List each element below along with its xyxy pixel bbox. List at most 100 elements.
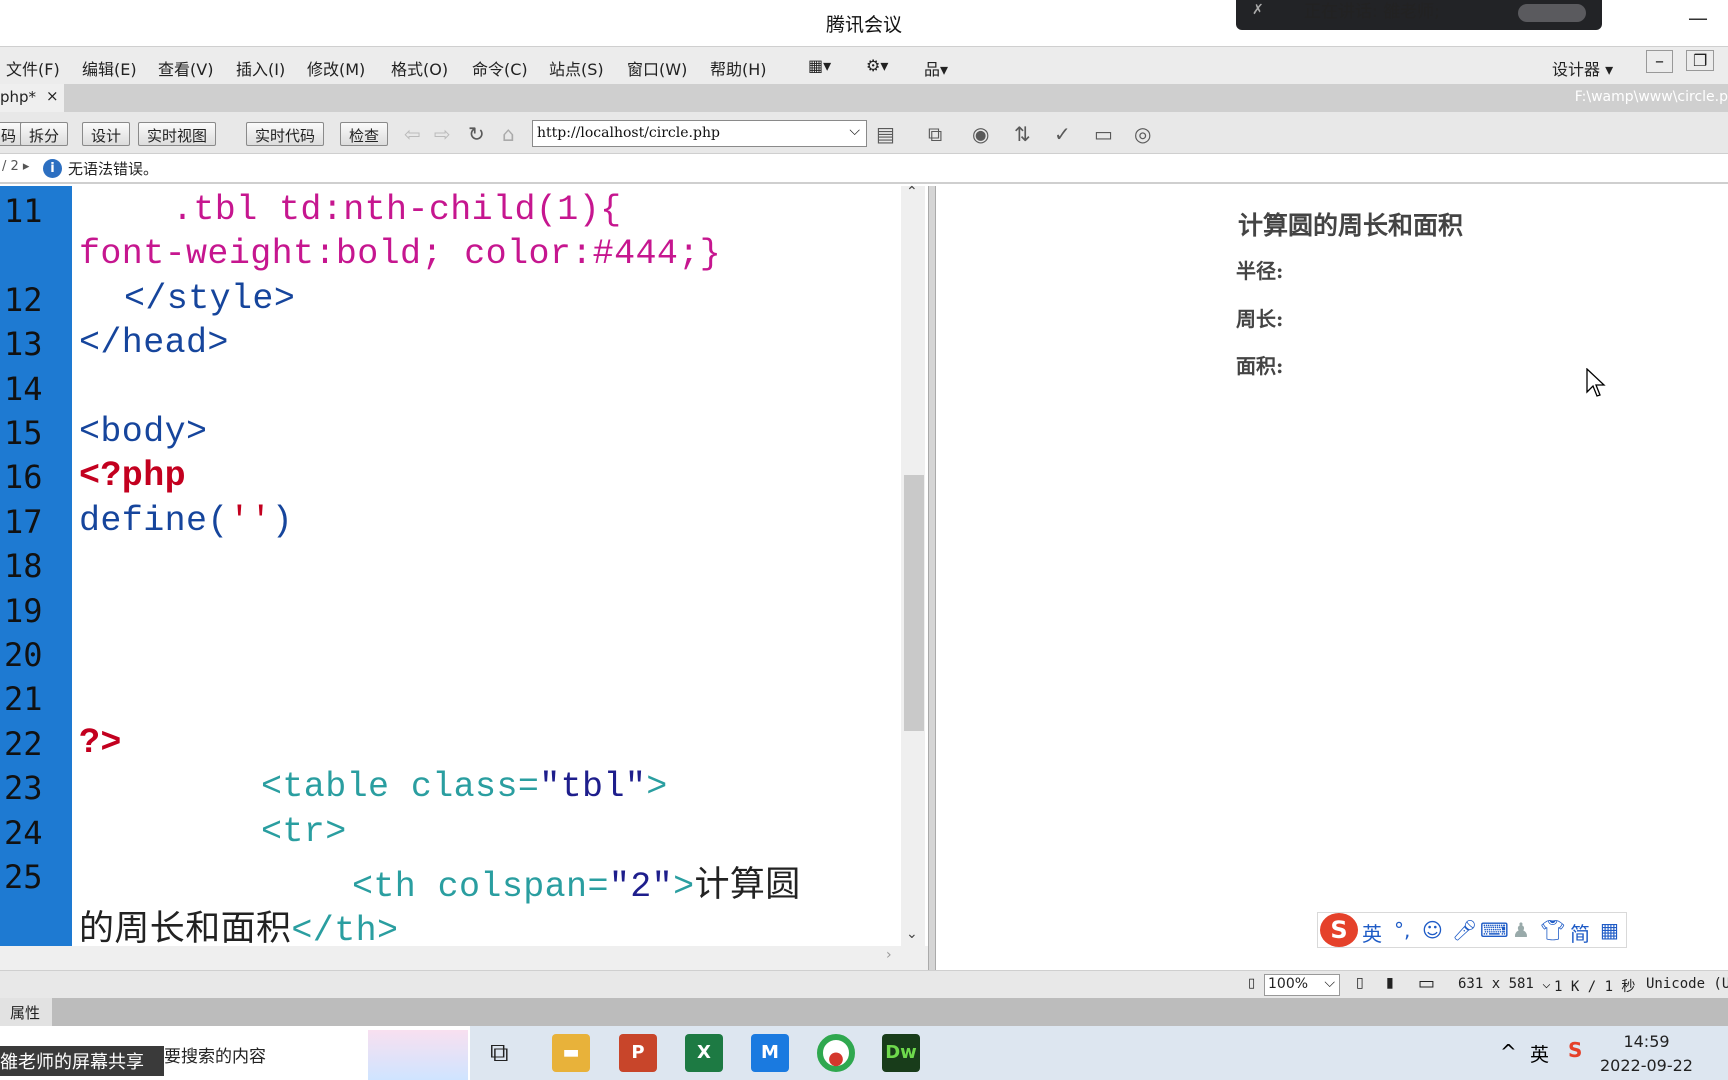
view-options-icon[interactable]: ▤ bbox=[876, 122, 895, 146]
workspace-switcher[interactable]: 设计器 ▾ bbox=[1552, 56, 1613, 80]
code-line-25-wrap: 的周长和面积</th> bbox=[79, 909, 399, 951]
skin-icon[interactable]: 👕︎ bbox=[1540, 918, 1565, 942]
split-divider[interactable] bbox=[928, 186, 936, 970]
sogou-logo-icon[interactable]: S bbox=[1320, 913, 1358, 947]
minimize-icon[interactable]: — bbox=[1688, 6, 1708, 30]
ime-toolbar[interactable]: S 英 °, ☺ 🎤︎ ⌨ ♟ 👕︎ 简 ▦ bbox=[1317, 912, 1627, 948]
line-number: 25 bbox=[4, 858, 43, 896]
ime-lang[interactable]: 英 bbox=[1362, 918, 1382, 947]
window-titlebar: 腾讯会议 ✗ 正在讲话: 雒老师; — bbox=[0, 0, 1728, 46]
menu-file[interactable]: 文件(F) bbox=[6, 56, 60, 80]
home-icon[interactable]: ⌂ bbox=[502, 122, 515, 146]
code-editor[interactable]: 11 12 13 14 15 16 17 18 19 20 21 22 23 2… bbox=[0, 186, 908, 951]
powerpoint-icon[interactable]: P bbox=[619, 1034, 657, 1072]
file-path: F:\wamp\www\circle.p bbox=[1574, 89, 1728, 105]
file-transfer-icon[interactable]: ⇅ bbox=[1014, 122, 1031, 146]
doc-restore-icon[interactable]: ❐ bbox=[1686, 50, 1715, 71]
design-view-button[interactable]: 设计 bbox=[82, 122, 131, 146]
forward-arrow-icon[interactable]: ⇨ bbox=[434, 122, 451, 146]
perimeter-label: 周长: bbox=[1236, 307, 1284, 331]
sogou-tray-icon[interactable]: S bbox=[1568, 1038, 1582, 1062]
live-code-button[interactable]: 实时代码 bbox=[246, 122, 325, 146]
taskbar-clock[interactable]: 14:59 2022-09-22 bbox=[1600, 1030, 1693, 1078]
code-line-24: <tr> bbox=[261, 812, 347, 852]
check-page-icon[interactable]: ✓ bbox=[1054, 122, 1071, 146]
split-view-button[interactable]: 拆分 bbox=[20, 122, 69, 146]
close-tab-icon[interactable]: × bbox=[46, 87, 59, 105]
chevron-down-icon[interactable]: ⌵ bbox=[849, 123, 860, 139]
inspect-button[interactable]: 检查 bbox=[340, 122, 389, 146]
refresh-icon[interactable]: ↻ bbox=[468, 122, 485, 146]
menu-modify[interactable]: 修改(M) bbox=[307, 56, 365, 80]
tencent-meeting-icon[interactable]: M bbox=[751, 1034, 789, 1072]
menu-help[interactable]: 帮助(H) bbox=[710, 56, 767, 80]
clock-date: 2022-09-22 bbox=[1600, 1056, 1693, 1075]
properties-label[interactable]: 属性 bbox=[0, 998, 52, 1026]
user-icon[interactable]: ♟ bbox=[1512, 918, 1530, 942]
doc-minimize-icon[interactable]: – bbox=[1646, 50, 1673, 73]
line-number: 17 bbox=[4, 503, 43, 541]
code-line-11-wrap: font-weight:bold; color:#444;} bbox=[79, 234, 722, 274]
speaker-avatar bbox=[1518, 4, 1586, 22]
code-line-12: </style> bbox=[124, 279, 296, 319]
visual-aids-icon[interactable]: ▭ bbox=[1094, 122, 1113, 146]
tablet-size-icon[interactable]: ▮ bbox=[1386, 975, 1394, 991]
task-view-icon[interactable]: ⧉ bbox=[490, 1038, 509, 1069]
dreamweaver-icon[interactable]: Dw bbox=[882, 1034, 920, 1072]
back-arrow-icon[interactable]: ⇦ bbox=[404, 122, 421, 146]
syntax-status-bar: / 2 ▸ i 无语法错误。 bbox=[0, 154, 1728, 184]
select-tool-icon[interactable]: ▯ bbox=[1248, 976, 1255, 991]
menu-view[interactable]: 查看(V) bbox=[158, 56, 213, 80]
desktop-size-icon[interactable]: ▭ bbox=[1418, 973, 1435, 994]
zoom-select[interactable]: 100% ⌵ bbox=[1264, 974, 1340, 996]
microphone-icon[interactable]: 🎤︎ bbox=[1452, 918, 1477, 942]
line-nav: / 2 ▸ bbox=[2, 159, 30, 174]
tray-chevron-icon[interactable]: ^ bbox=[1500, 1040, 1517, 1064]
layout-icon[interactable]: ▦▾ bbox=[808, 56, 831, 75]
info-icon: i bbox=[43, 159, 62, 178]
ime-menu-icon[interactable]: ▦ bbox=[1600, 918, 1619, 942]
scroll-down-icon[interactable]: ⌄ bbox=[906, 926, 918, 942]
sitemap-icon[interactable]: 品▾ bbox=[924, 56, 948, 80]
menu-insert[interactable]: 插入(I) bbox=[236, 56, 285, 80]
scroll-thumb[interactable] bbox=[904, 475, 924, 731]
menu-command[interactable]: 命令(C) bbox=[472, 56, 528, 80]
line-number: 11 bbox=[4, 192, 43, 230]
mobile-size-icon[interactable]: ▯ bbox=[1356, 975, 1364, 991]
search-highlight-image bbox=[368, 1030, 468, 1080]
browser-preview-icon[interactable]: ◉ bbox=[972, 122, 989, 146]
tray-lang[interactable]: 英 bbox=[1530, 1040, 1549, 1067]
area-label: 面积: bbox=[1236, 354, 1284, 378]
menu-edit[interactable]: 编辑(E) bbox=[82, 56, 137, 80]
code-line-25: <th colspan="2">计算圆 bbox=[352, 865, 801, 907]
menu-format[interactable]: 格式(O) bbox=[391, 56, 448, 80]
url-input[interactable]: http://localhost/circle.php ⌵ bbox=[532, 120, 867, 147]
live-view-button[interactable]: 实时视图 bbox=[138, 122, 217, 146]
scroll-right-icon[interactable]: › bbox=[886, 947, 892, 963]
ime-simplified[interactable]: 简 bbox=[1570, 918, 1590, 947]
gear-icon[interactable]: ⚙▾ bbox=[866, 56, 888, 75]
keyboard-icon[interactable]: ⌨ bbox=[1480, 918, 1509, 942]
menu-site[interactable]: 站点(S) bbox=[549, 56, 604, 80]
excel-icon[interactable]: X bbox=[685, 1034, 723, 1072]
line-number: 13 bbox=[4, 325, 43, 363]
scroll-up-icon[interactable]: ⌃ bbox=[906, 184, 918, 200]
editor-horizontal-scrollbar[interactable]: › bbox=[0, 946, 928, 970]
emoji-icon[interactable]: ☺ bbox=[1422, 918, 1443, 942]
code-line-23: <table class="tbl"> bbox=[261, 767, 668, 807]
speaker-banner: ✗ 正在讲话: 雒老师; bbox=[1236, 0, 1602, 30]
file-explorer-icon[interactable]: ▬ bbox=[552, 1034, 590, 1072]
live-view-options-icon[interactable]: ◎ bbox=[1134, 122, 1151, 146]
punctuation-icon[interactable]: °, bbox=[1394, 918, 1410, 942]
line-number: 24 bbox=[4, 814, 43, 852]
chrome-icon[interactable]: ● bbox=[817, 1034, 855, 1072]
line-number: 20 bbox=[4, 636, 43, 674]
window-size[interactable]: 631 x 581 ⌵ bbox=[1458, 976, 1551, 992]
code-line-13: </head> bbox=[79, 323, 229, 363]
document-tab[interactable]: php* × bbox=[0, 84, 64, 112]
document-tab-label: php* bbox=[0, 88, 37, 106]
menu-window[interactable]: 窗口(W) bbox=[627, 56, 687, 80]
multiscreen-icon[interactable]: ⧉ bbox=[928, 122, 942, 146]
document-tabbar: php* × F:\wamp\www\circle.p bbox=[0, 84, 1728, 112]
syntax-message: 无语法错误。 bbox=[68, 160, 159, 178]
